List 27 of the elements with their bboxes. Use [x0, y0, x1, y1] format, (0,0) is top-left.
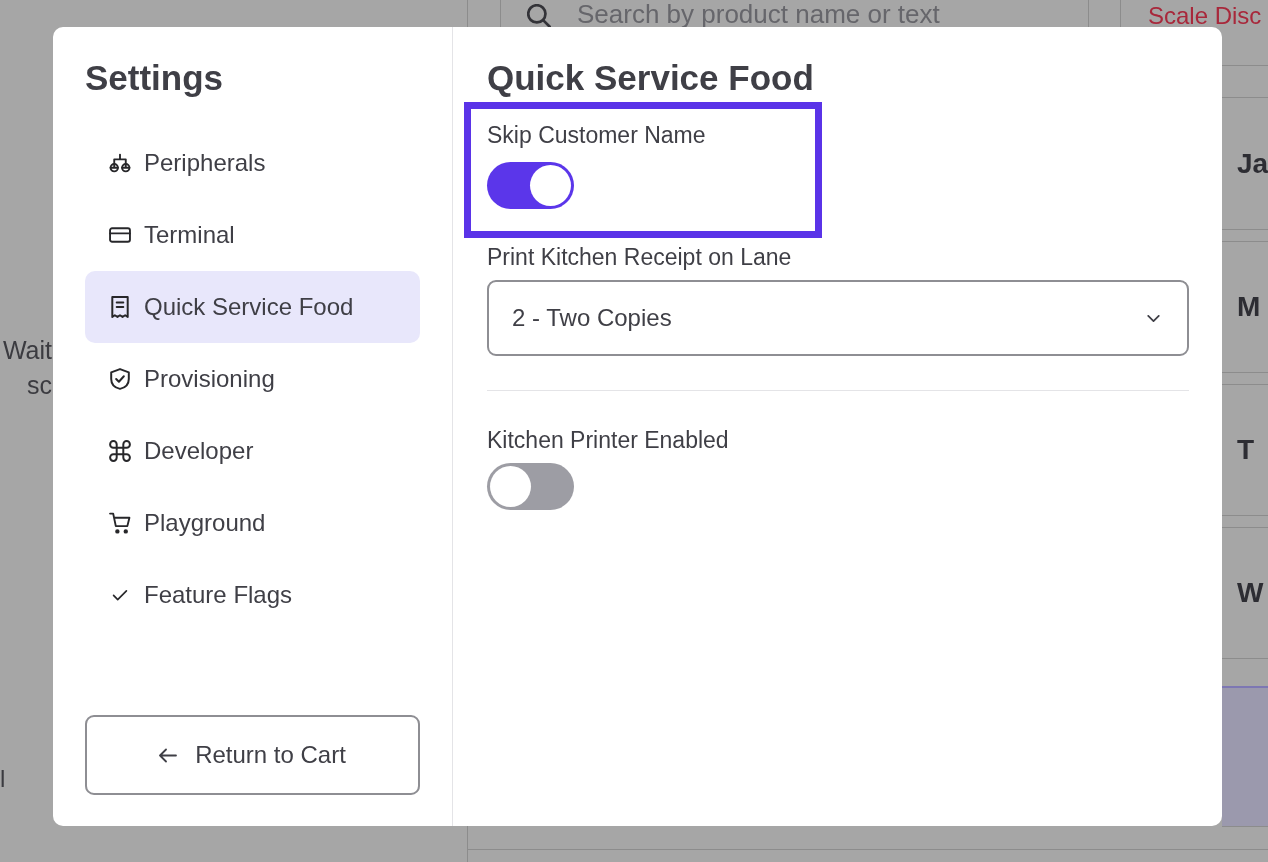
card-icon	[109, 224, 131, 246]
return-button[interactable]: Return to Cart	[85, 715, 420, 795]
arrow-left-icon	[159, 747, 178, 763]
status-text: Wait sc	[1, 335, 52, 401]
sidebar-item[interactable]: Terminal	[85, 199, 420, 271]
section-title: Quick Service Food	[487, 57, 815, 99]
shield-check-icon	[109, 368, 131, 390]
command-icon	[109, 440, 131, 462]
select-dropdown[interactable]: 2 - Two Copies	[487, 280, 1189, 356]
toggle-switch[interactable]	[487, 463, 574, 510]
sidebar-item[interactable]: Feature Flags	[85, 559, 420, 631]
settings-title: Settings	[85, 57, 225, 99]
sidebar-item[interactable]: Playground	[85, 487, 420, 559]
setting-label: Print Kitchen Receipt on Lane	[487, 244, 792, 270]
receipt-icon	[109, 296, 131, 318]
sidebar-item[interactable]: Quick Service Food	[85, 271, 420, 343]
toggle-switch[interactable]	[487, 162, 574, 209]
sidebar-item[interactable]: Developer	[85, 415, 420, 487]
setting-label: Skip Customer Name	[487, 122, 706, 148]
setting-label: Kitchen Printer Enabled	[487, 427, 729, 453]
label-text: l	[0, 765, 6, 793]
cart-icon	[109, 512, 131, 534]
sidebar-item[interactable]: Peripherals	[85, 127, 420, 199]
search-icon	[527, 4, 551, 28]
scale-icon	[109, 152, 131, 174]
chevron-down-icon	[1147, 314, 1160, 322]
sidebar-item[interactable]: Provisioning	[85, 343, 420, 415]
